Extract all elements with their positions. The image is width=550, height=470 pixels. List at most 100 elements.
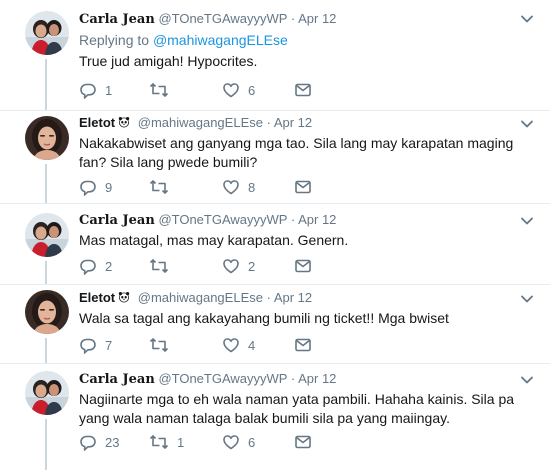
retweet-button[interactable]: 1 — [149, 433, 184, 451]
retweet-button[interactable] — [149, 178, 177, 196]
tweet-text: Mas matagal, mas may karapatan. Genern. — [79, 232, 349, 248]
tweet[interactable]: Eletot @mahiwagangELEse · Apr 12 Wala sa… — [0, 285, 550, 363]
thread-line — [45, 164, 47, 203]
retweet-button[interactable] — [149, 257, 177, 275]
tweet-text: Nagiinarte mga to eh wala naman yata pam… — [79, 391, 515, 426]
tweet-text: True jud amigah! Hypocrites. — [79, 53, 258, 69]
avatar[interactable] — [25, 290, 69, 334]
reply-count: 7 — [105, 337, 113, 353]
like-count: 8 — [248, 179, 256, 195]
handle[interactable]: @TOneTGAwayyyWP — [158, 371, 287, 386]
envelope-icon — [294, 336, 312, 354]
replying-to-handle[interactable]: @mahiwagangELEse — [153, 32, 288, 48]
like-button[interactable]: 4 — [222, 336, 255, 354]
separator: · — [290, 371, 296, 386]
retweet-icon — [149, 257, 169, 275]
like-count: 4 — [248, 337, 256, 353]
tweet[interactable]: Carla Jean @TOneTGAwayyyWP · Apr 12 Mas … — [0, 204, 550, 284]
envelope-icon — [294, 81, 312, 99]
separator: · — [290, 11, 296, 26]
avatar[interactable] — [25, 11, 69, 55]
like-button[interactable]: 2 — [222, 257, 255, 275]
handle[interactable]: @TOneTGAwayyyWP — [158, 11, 287, 26]
separator: · — [290, 212, 296, 227]
like-count: 6 — [248, 434, 256, 450]
tweet[interactable]: Carla Jean @TOneTGAwayyyWP · Apr 12 Nagi… — [0, 364, 550, 470]
envelope-icon — [294, 178, 312, 196]
reply-count: 2 — [105, 258, 113, 274]
handle[interactable]: @mahiwagangELEse — [138, 290, 263, 305]
chevron-down-icon[interactable] — [520, 216, 534, 226]
like-button[interactable]: 8 — [222, 178, 255, 196]
reply-button[interactable]: 9 — [79, 178, 112, 196]
like-button[interactable]: 6 — [222, 81, 255, 99]
tweet[interactable]: Eletot @mahiwagangELEse · Apr 12 Nakakab… — [0, 111, 550, 203]
thread-line — [45, 338, 47, 363]
dm-button[interactable] — [294, 81, 312, 99]
reply-icon — [79, 336, 97, 354]
reply-count: 1 — [105, 82, 113, 98]
reply-button[interactable]: 23 — [79, 433, 119, 451]
retweet-icon — [149, 336, 169, 354]
display-name[interactable]: Carla Jean — [79, 213, 155, 228]
retweet-button[interactable] — [149, 81, 177, 99]
retweet-button[interactable] — [149, 336, 177, 354]
avatar[interactable] — [25, 371, 69, 415]
display-name[interactable]: Eletot — [79, 290, 115, 305]
thread-line — [45, 419, 47, 470]
reply-icon — [79, 257, 97, 275]
like-count: 6 — [248, 82, 256, 98]
timestamp[interactable]: Apr 12 — [298, 371, 336, 386]
tweet-header: Carla Jean @TOneTGAwayyyWP · Apr 12 — [79, 11, 336, 27]
tweet[interactable]: Carla Jean @TOneTGAwayyyWP · Apr 12 Repl… — [0, 0, 550, 110]
tweet-header: Carla Jean @TOneTGAwayyyWP · Apr 12 — [79, 212, 336, 228]
timestamp[interactable]: Apr 12 — [298, 11, 336, 26]
reply-icon — [79, 178, 97, 196]
reply-icon — [79, 433, 97, 451]
panda-emoji-icon — [118, 291, 130, 303]
handle[interactable]: @mahiwagangELEse — [138, 115, 263, 130]
envelope-icon — [294, 257, 312, 275]
display-name[interactable]: Eletot — [79, 115, 115, 130]
handle[interactable]: @TOneTGAwayyyWP — [158, 212, 287, 227]
heart-icon — [222, 81, 240, 99]
replying-to: Replying to @mahiwagangELEse — [79, 32, 288, 48]
reply-button[interactable]: 1 — [79, 81, 112, 99]
tweet-header: Carla Jean @TOneTGAwayyyWP · Apr 12 — [79, 371, 336, 387]
replying-to-label: Replying to — [79, 32, 153, 48]
dm-button[interactable] — [294, 336, 312, 354]
timestamp[interactable]: Apr 12 — [298, 212, 336, 227]
chevron-down-icon[interactable] — [520, 375, 534, 385]
timestamp[interactable]: Apr 12 — [274, 115, 312, 130]
reply-count: 9 — [105, 179, 113, 195]
dm-button[interactable] — [294, 433, 312, 451]
heart-icon — [222, 336, 240, 354]
heart-icon — [222, 433, 240, 451]
thread-line — [45, 59, 47, 110]
reply-icon — [79, 81, 97, 99]
tweet-header: Eletot @mahiwagangELEse · Apr 12 — [79, 115, 312, 130]
separator: · — [266, 290, 271, 305]
thread-line — [45, 261, 47, 284]
tweet-text: Wala sa tagal ang kakayahang bumili ng t… — [79, 310, 449, 326]
timestamp[interactable]: Apr 12 — [274, 290, 312, 305]
reply-button[interactable]: 7 — [79, 336, 112, 354]
reply-button[interactable]: 2 — [79, 257, 112, 275]
envelope-icon — [294, 433, 312, 451]
like-button[interactable]: 6 — [222, 433, 255, 451]
heart-icon — [222, 178, 240, 196]
avatar[interactable] — [25, 116, 69, 160]
display-name[interactable]: Carla Jean — [79, 372, 155, 387]
retweet-icon — [149, 433, 169, 451]
separator: · — [266, 115, 271, 130]
dm-button[interactable] — [294, 257, 312, 275]
chevron-down-icon[interactable] — [520, 119, 534, 129]
dm-button[interactable] — [294, 178, 312, 196]
tweet-header: Eletot @mahiwagangELEse · Apr 12 — [79, 290, 312, 305]
tweet-text: Nakakabwiset ang ganyang mga tao. Sila l… — [79, 135, 514, 170]
avatar[interactable] — [25, 213, 69, 257]
display-name[interactable]: Carla Jean — [79, 12, 155, 27]
retweet-icon — [149, 178, 169, 196]
chevron-down-icon[interactable] — [520, 14, 534, 24]
chevron-down-icon[interactable] — [520, 294, 534, 304]
